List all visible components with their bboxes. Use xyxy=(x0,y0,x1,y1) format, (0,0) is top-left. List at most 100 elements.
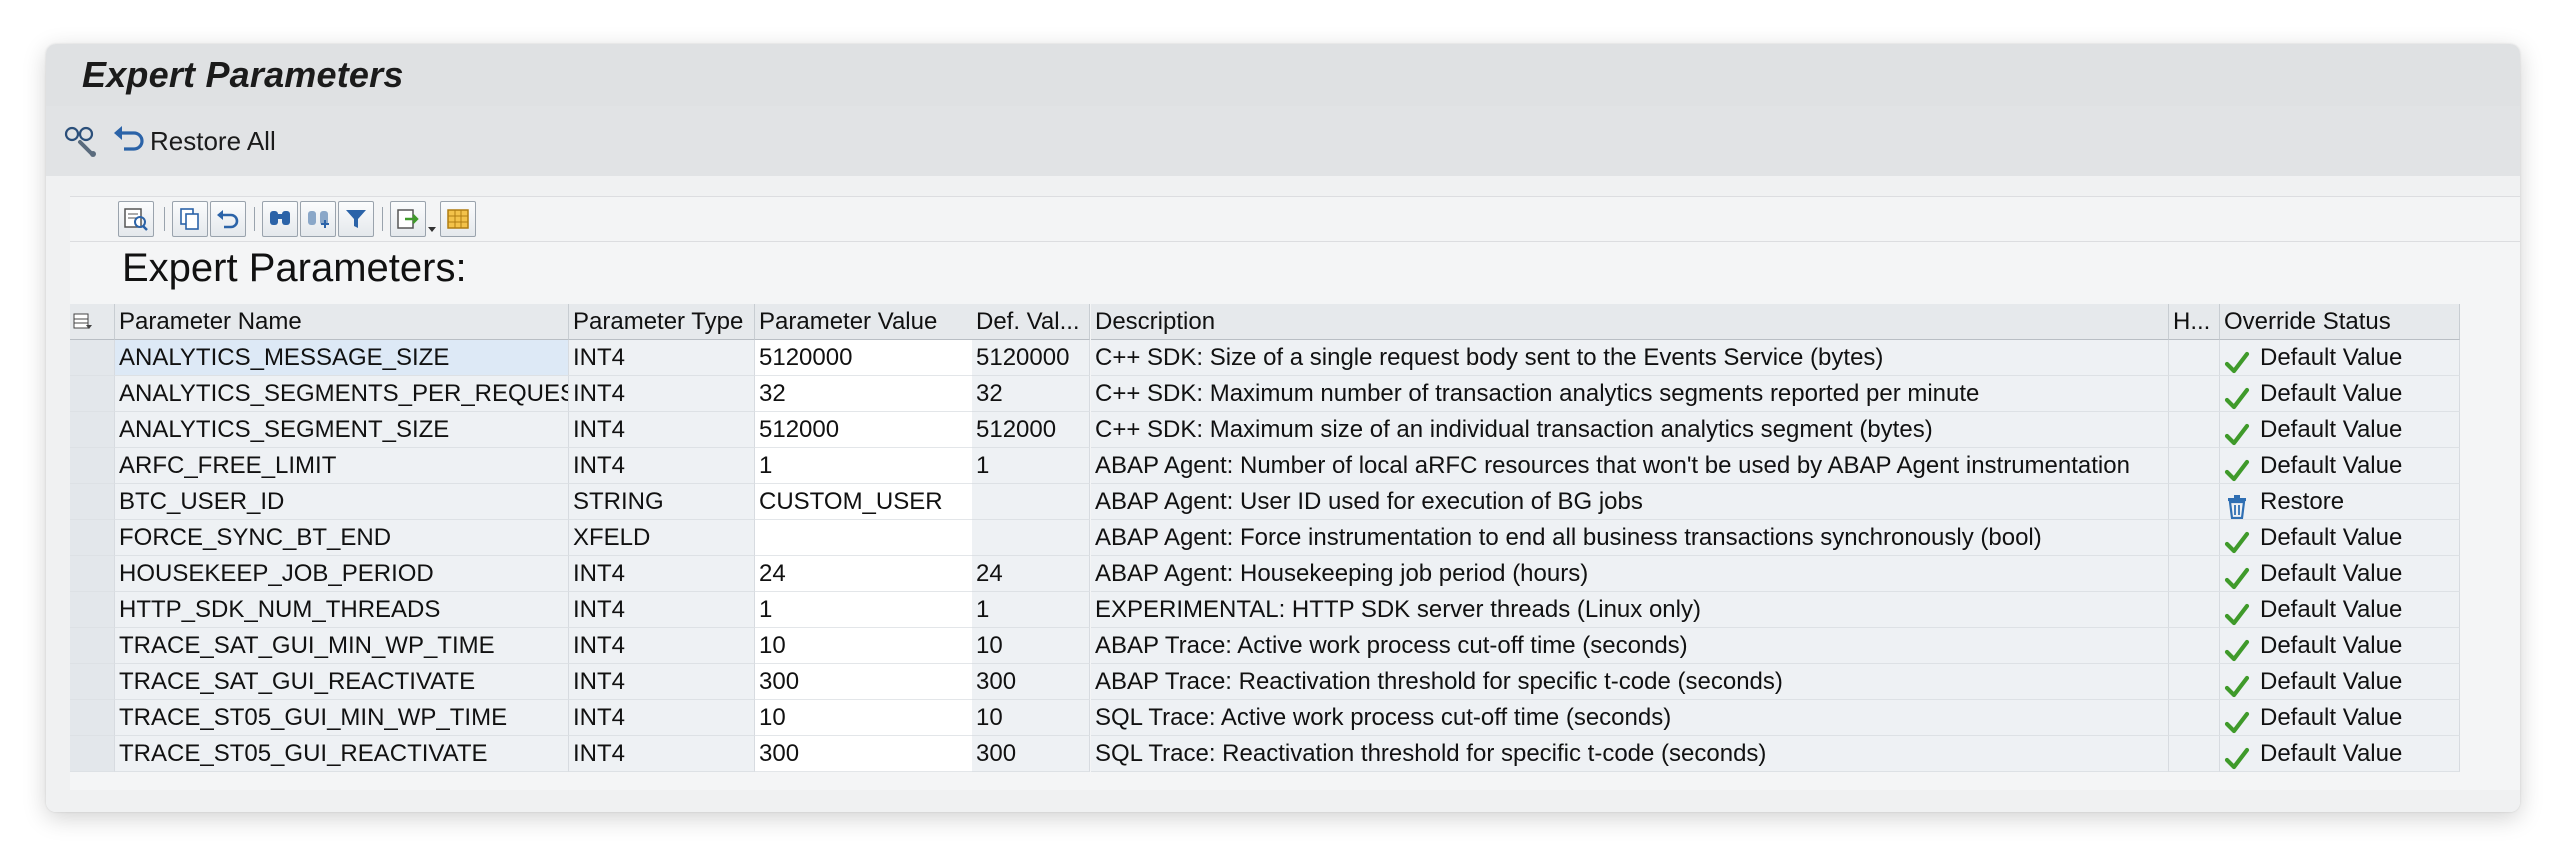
table-row[interactable]: TRACE_SAT_GUI_REACTIVATE INT4 300 300 ABAP T… xyxy=(70,664,2520,700)
cell-value[interactable]: 5120000 xyxy=(755,340,973,376)
find-icon[interactable] xyxy=(262,201,298,237)
export-icon[interactable] xyxy=(390,201,426,237)
row-selector[interactable] xyxy=(70,484,115,520)
checkmark-icon xyxy=(2224,453,2250,482)
cell-default: 300 xyxy=(972,664,1090,700)
cell-default xyxy=(972,520,1090,556)
checkmark-icon xyxy=(2224,381,2250,410)
undo-icon[interactable] xyxy=(210,201,246,237)
table-row[interactable]: ARFC_FREE_LIMIT INT4 1 1 ABAP Agent: Number … xyxy=(70,448,2520,484)
override-status-label: Restore xyxy=(2260,488,2345,515)
row-selector[interactable] xyxy=(70,664,115,700)
restore-all-button[interactable]: Restore All xyxy=(112,122,276,160)
cell-name: ANALYTICS_SEGMENT_SIZE xyxy=(115,412,569,448)
column-header-h[interactable]: H... xyxy=(2169,304,2220,340)
title-bar: Expert Parameters xyxy=(46,44,2520,107)
cell-value[interactable]: 32 xyxy=(755,376,973,412)
row-selector[interactable] xyxy=(70,700,115,736)
row-selector[interactable] xyxy=(70,376,115,412)
cell-description: C++ SDK: Maximum number of transaction a… xyxy=(1091,376,2169,412)
cell-name: HTTP_SDK_NUM_THREADS xyxy=(115,592,569,628)
cell-type: INT4 xyxy=(569,340,755,376)
cell-value[interactable]: 10 xyxy=(755,628,973,664)
cell-value[interactable]: 24 xyxy=(755,556,973,592)
copy-icon[interactable] xyxy=(172,201,208,237)
cell-h xyxy=(2169,736,2220,772)
table-row[interactable]: TRACE_ST05_GUI_REACTIVATE INT4 300 300 SQL T… xyxy=(70,736,2520,772)
column-settings-icon[interactable] xyxy=(70,304,115,340)
table-row[interactable]: HTTP_SDK_NUM_THREADS INT4 1 1 EXPERIMENTAL: … xyxy=(70,592,2520,628)
column-header-default-value[interactable]: Def. Val... xyxy=(972,304,1090,340)
cell-type: INT4 xyxy=(569,736,755,772)
find-next-icon[interactable] xyxy=(300,201,336,237)
cell-override-status: Default Value xyxy=(2220,340,2460,376)
column-header-parameter-type[interactable]: Parameter Type xyxy=(569,304,755,340)
row-selector[interactable] xyxy=(70,556,115,592)
table-row[interactable]: ANALYTICS_SEGMENT_SIZE INT4 512000 512000 C+… xyxy=(70,412,2520,448)
chevron-down-icon[interactable] xyxy=(428,227,436,232)
cell-override-status: Default Value xyxy=(2220,556,2460,592)
override-status-label: Default Value xyxy=(2260,632,2403,659)
table-row[interactable]: ANALYTICS_MESSAGE_SIZE INT4 5120000 5120000… xyxy=(70,340,2520,376)
cell-override-status: Default Value xyxy=(2220,592,2460,628)
checkmark-icon xyxy=(2224,417,2250,446)
row-selector[interactable] xyxy=(70,412,115,448)
wrench-glasses-icon[interactable] xyxy=(62,124,100,158)
table-row[interactable]: FORCE_SYNC_BT_END XFELD ABAP Agent: Force … xyxy=(70,520,2520,556)
cell-name: FORCE_SYNC_BT_END xyxy=(115,520,569,556)
row-selector[interactable] xyxy=(70,520,115,556)
cell-name: HOUSEKEEP_JOB_PERIOD xyxy=(115,556,569,592)
table-header-row: Parameter Name Parameter Type Parameter … xyxy=(70,304,2520,340)
column-header-override-status[interactable]: Override Status xyxy=(2220,304,2460,340)
cell-value[interactable]: 512000 xyxy=(755,412,973,448)
column-header-parameter-name[interactable]: Parameter Name xyxy=(115,304,569,340)
cell-type: INT4 xyxy=(569,376,755,412)
override-status-label: Default Value xyxy=(2260,380,2403,407)
column-header-description[interactable]: Description xyxy=(1091,304,2169,340)
cell-value[interactable]: CUSTOM_USER xyxy=(755,484,973,520)
cell-description: ABAP Trace: Reactivation threshold for s… xyxy=(1091,664,2169,700)
row-selector[interactable] xyxy=(70,448,115,484)
toolbar-separator xyxy=(254,207,255,231)
expert-parameters-window: Expert Parameters Restore All Expert Par… xyxy=(46,44,2520,812)
cell-value[interactable]: 300 xyxy=(755,664,973,700)
cell-override-status: Default Value xyxy=(2220,736,2460,772)
override-status-label: Default Value xyxy=(2260,344,2403,371)
row-selector[interactable] xyxy=(70,628,115,664)
details-icon[interactable] xyxy=(118,201,154,237)
cell-value[interactable]: 10 xyxy=(755,700,973,736)
table-row[interactable]: BTC_USER_ID STRING CUSTOM_USER ABAP Agent: … xyxy=(70,484,2520,520)
cell-override-status: Default Value xyxy=(2220,448,2460,484)
checkmark-icon xyxy=(2224,525,2250,554)
alv-toolbar xyxy=(70,196,2520,242)
cell-value[interactable]: 1 xyxy=(755,448,973,484)
row-selector[interactable] xyxy=(70,340,115,376)
table-row[interactable]: HOUSEKEEP_JOB_PERIOD INT4 24 24 ABAP Agent: … xyxy=(70,556,2520,592)
cell-value[interactable]: 300 xyxy=(755,736,973,772)
cell-override-status[interactable]: Restore xyxy=(2220,484,2460,520)
column-header-parameter-value[interactable]: Parameter Value xyxy=(755,304,973,340)
cell-description: SQL Trace: Reactivation threshold for sp… xyxy=(1091,736,2169,772)
cell-type: STRING xyxy=(569,484,755,520)
cell-type: INT4 xyxy=(569,664,755,700)
table-row[interactable]: TRACE_SAT_GUI_MIN_WP_TIME INT4 10 10 ABAP Tr… xyxy=(70,628,2520,664)
cell-value[interactable] xyxy=(755,520,973,556)
cell-description: ABAP Agent: Housekeeping job period (hou… xyxy=(1091,556,2169,592)
filter-icon[interactable] xyxy=(338,201,374,237)
cell-value[interactable]: 1 xyxy=(755,592,973,628)
cell-name: TRACE_ST05_GUI_MIN_WP_TIME xyxy=(115,700,569,736)
override-status-label: Default Value xyxy=(2260,740,2403,767)
row-selector[interactable] xyxy=(70,736,115,772)
cell-h xyxy=(2169,628,2220,664)
cell-h xyxy=(2169,412,2220,448)
row-selector[interactable] xyxy=(70,592,115,628)
cell-override-status: Default Value xyxy=(2220,664,2460,700)
override-status-label: Default Value xyxy=(2260,704,2403,731)
layout-icon[interactable] xyxy=(440,201,476,237)
override-status-label: Default Value xyxy=(2260,524,2403,551)
override-status-label: Default Value xyxy=(2260,596,2403,623)
cell-type: XFELD xyxy=(569,520,755,556)
table-row[interactable]: ANALYTICS_SEGMENTS_PER_REQUEST INT4 32 32 C+… xyxy=(70,376,2520,412)
table-row[interactable]: TRACE_ST05_GUI_MIN_WP_TIME INT4 10 10 SQL Tr… xyxy=(70,700,2520,736)
restore-all-label: Restore All xyxy=(150,125,276,156)
